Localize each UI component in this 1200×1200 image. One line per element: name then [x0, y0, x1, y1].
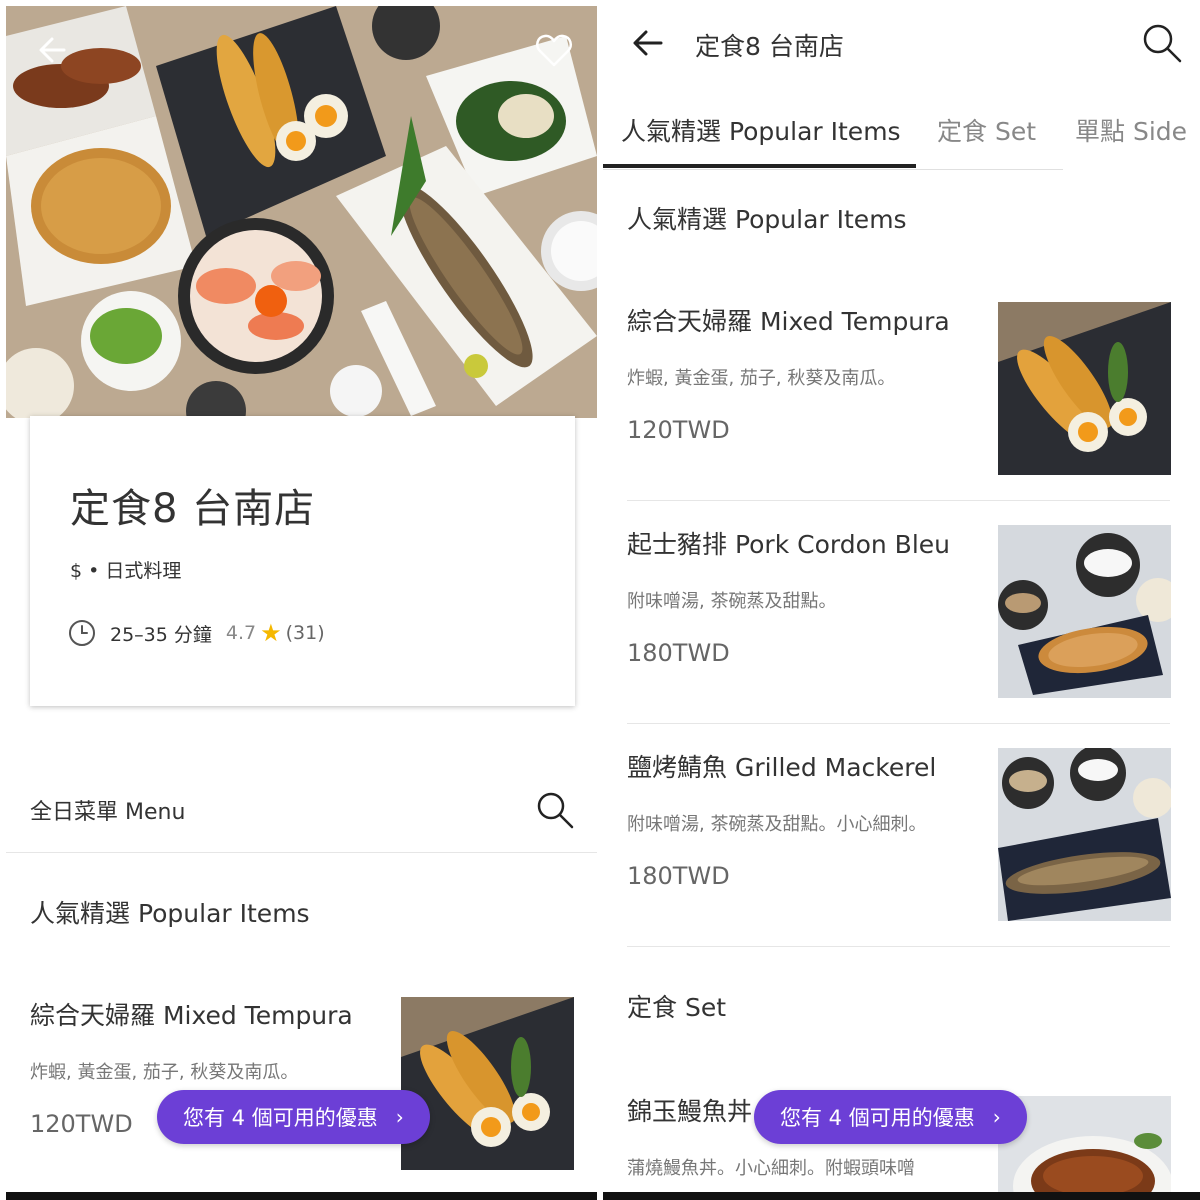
promo-offers-button[interactable]: 您有 4 個可用的優惠 ›	[157, 1090, 430, 1144]
promo-offers-button[interactable]: 您有 4 個可用的優惠 ›	[754, 1090, 1027, 1144]
star-icon: ★	[260, 619, 282, 647]
item-image-tempura[interactable]	[998, 302, 1171, 475]
tab-popular-items[interactable]: 人氣精選 Popular Items	[621, 112, 901, 148]
tab-side[interactable]: 單點 Side	[1075, 112, 1187, 148]
item-image-tempura[interactable]	[401, 997, 574, 1170]
item-description: 附味噌湯, 茶碗蒸及甜點。	[627, 591, 837, 612]
item-description: 炸蝦, 黃金蛋, 茄子, 秋葵及南瓜。	[627, 368, 896, 389]
top-app-bar: 定食8 台南店	[603, 0, 1200, 88]
section-title: 人氣精選 Popular Items	[30, 899, 310, 928]
rating-value: 4.7	[225, 622, 257, 644]
system-nav-bar	[6, 1192, 597, 1200]
page-title: 定食8 台南店	[695, 32, 844, 61]
search-icon[interactable]	[1141, 22, 1183, 64]
menu-item[interactable]: 綜合天婦羅 Mixed Tempura 炸蝦, 黃金蛋, 茄子, 秋葵及南瓜。 …	[627, 302, 950, 444]
hero-food-image	[6, 6, 597, 418]
item-description: 蒲燒鰻魚丼。小心細刺。附蝦頭味噌	[627, 1158, 915, 1179]
item-image-pork-cutlet[interactable]	[998, 525, 1171, 698]
divider	[6, 852, 597, 853]
search-icon[interactable]	[535, 790, 575, 830]
tabs-divider	[603, 169, 1063, 170]
menu-page-panel: 定食8 台南店 人氣精選 Popular Items 定食 Set 單點 Sid…	[603, 0, 1200, 1200]
store-title: 定食8 台南店	[70, 486, 316, 532]
item-name: 綜合天婦羅 Mixed Tempura	[30, 1001, 353, 1030]
promo-label: 您有 4 個可用的優惠	[780, 1106, 975, 1130]
item-name: 鹽烤鯖魚 Grilled Mackerel	[627, 753, 937, 782]
back-arrow-icon[interactable]	[34, 32, 70, 68]
item-description: 附味噌湯, 茶碗蒸及甜點。小心細刺。	[627, 814, 927, 835]
category-tabs: 人氣精選 Popular Items 定食 Set 單點 Side	[603, 100, 1200, 172]
item-price: 120TWD	[627, 416, 730, 444]
item-name: 起士豬排 Pork Cordon Bleu	[627, 530, 950, 559]
item-description: 炸蝦, 黃金蛋, 茄子, 秋葵及南瓜。	[30, 1062, 299, 1083]
promo-label: 您有 4 個可用的優惠	[183, 1106, 378, 1130]
divider	[627, 946, 1170, 947]
item-price: 180TWD	[627, 639, 730, 667]
item-price: 180TWD	[627, 862, 730, 890]
tab-set[interactable]: 定食 Set	[937, 112, 1036, 148]
back-arrow-icon[interactable]	[629, 25, 665, 61]
delivery-eta: 25–35 分鐘	[110, 623, 212, 646]
section-title: 人氣精選 Popular Items	[627, 205, 907, 234]
menu-item[interactable]: 鹽烤鯖魚 Grilled Mackerel 附味噌湯, 茶碗蒸及甜點。小心細刺。…	[627, 748, 936, 890]
store-delivery-info: 25–35 分鐘 4.7 ★ (31)	[68, 619, 325, 647]
store-price-cuisine: $ • 日式料理	[70, 560, 182, 582]
review-count: (31)	[285, 622, 325, 644]
store-info-card: 定食8 台南店 $ • 日式料理 25–35 分鐘 4.7 ★ (31)	[30, 416, 575, 706]
section-title: 定食 Set	[627, 993, 726, 1022]
item-image-mackerel[interactable]	[998, 748, 1171, 921]
heart-icon[interactable]	[534, 30, 574, 70]
store-page-panel: 定食8 台南店 $ • 日式料理 25–35 分鐘 4.7 ★ (31) 全日菜…	[6, 0, 597, 1200]
chevron-right-icon: ›	[395, 1105, 404, 1129]
clock-icon	[69, 620, 95, 646]
system-nav-bar	[603, 1192, 1200, 1200]
chevron-right-icon: ›	[992, 1105, 1001, 1129]
menu-label: 全日菜單 Menu	[30, 800, 186, 825]
item-name: 綜合天婦羅 Mixed Tempura	[627, 307, 950, 336]
menu-item[interactable]: 起士豬排 Pork Cordon Bleu 附味噌湯, 茶碗蒸及甜點。 180T…	[627, 525, 950, 667]
active-tab-indicator	[603, 164, 916, 168]
divider	[627, 500, 1170, 501]
hero-illustration	[6, 6, 597, 418]
menu-selector[interactable]: 全日菜單 Menu	[30, 790, 575, 830]
divider	[627, 723, 1170, 724]
